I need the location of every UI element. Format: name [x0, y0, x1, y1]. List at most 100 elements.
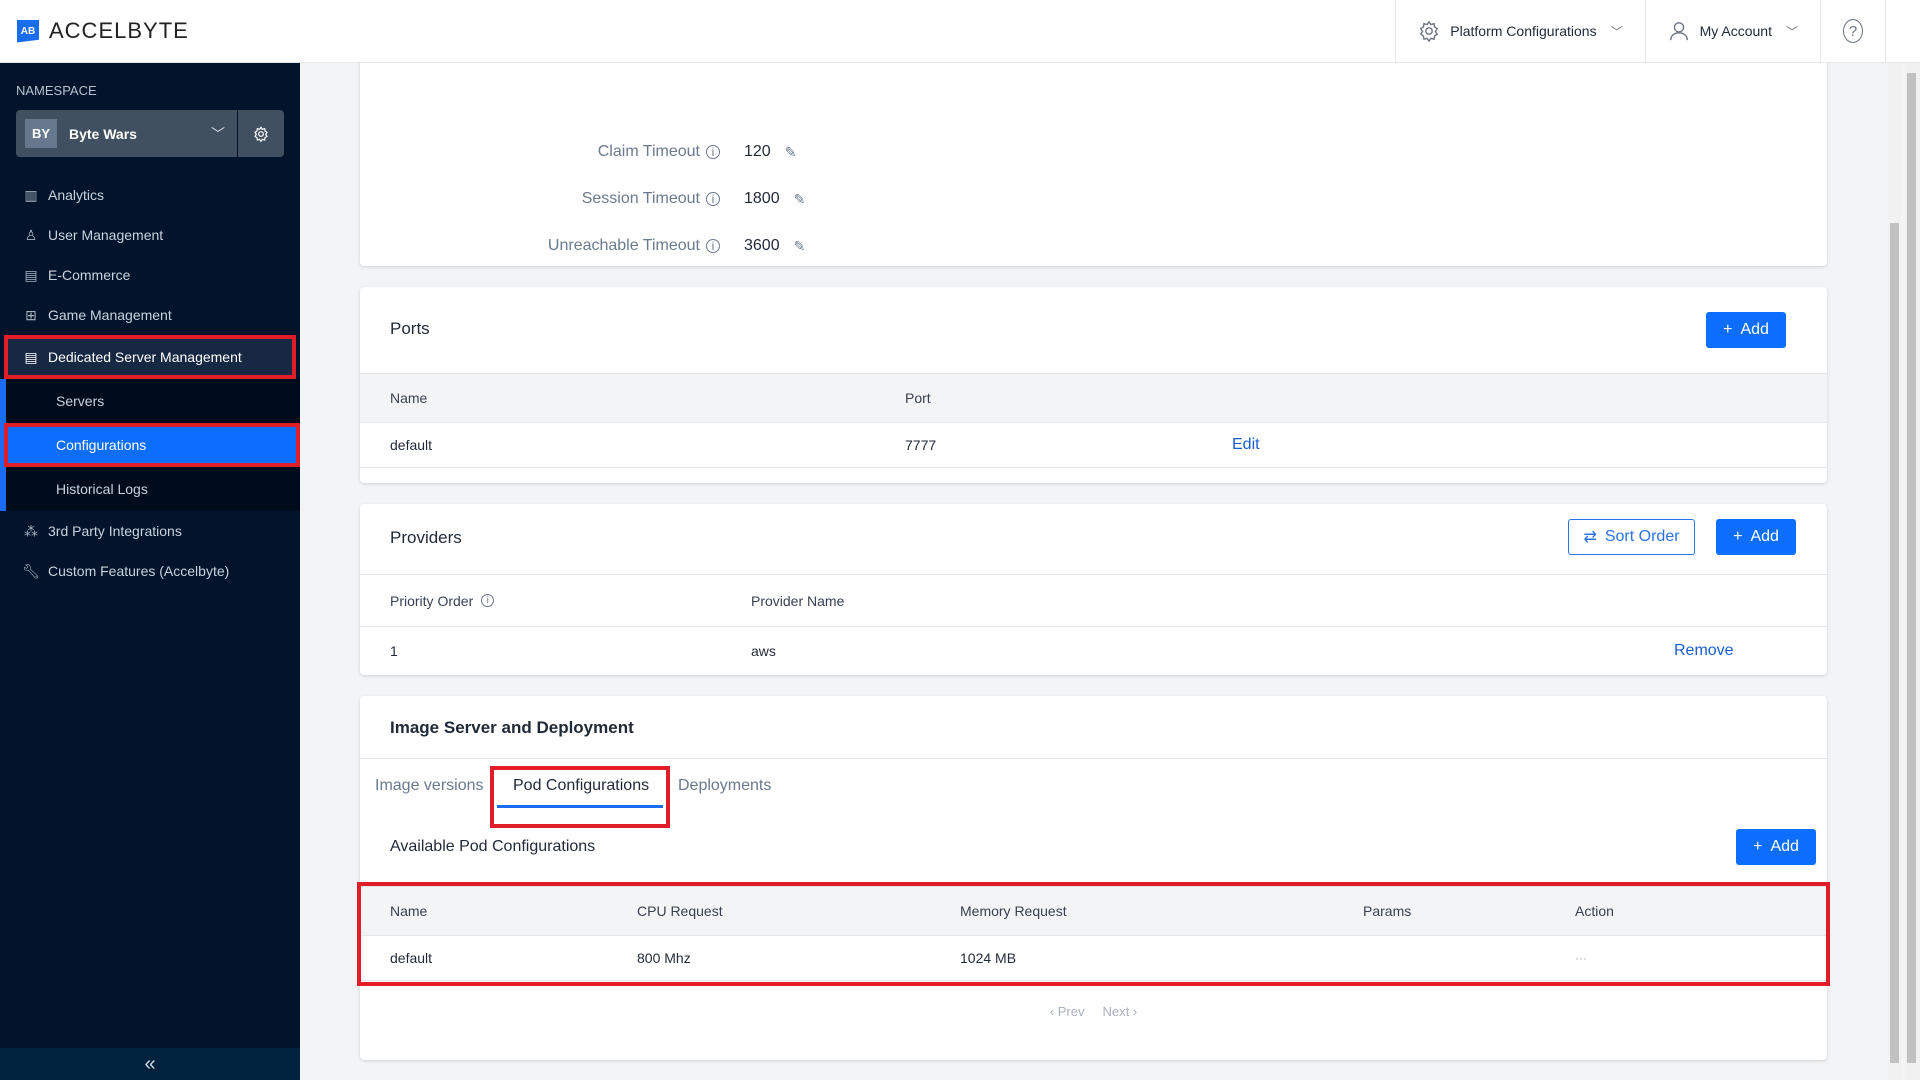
- sidebar-item-label: Game Management: [48, 307, 172, 323]
- pod-config-name: default: [390, 950, 433, 966]
- tab-image-versions[interactable]: Image versions: [375, 777, 484, 795]
- more-actions-button[interactable]: ···: [1575, 951, 1587, 965]
- sidebar-item-3rd-party-integrations[interactable]: ⁂ 3rd Party Integrations: [0, 511, 300, 551]
- sidebar-item-e-commerce[interactable]: ▤ E-Commerce: [0, 255, 300, 295]
- add-port-button[interactable]: + Add: [1706, 312, 1786, 348]
- edit-pencil-icon[interactable]: ✎: [785, 144, 797, 161]
- server-icon: ▤: [24, 348, 38, 365]
- namespace-settings-button[interactable]: [237, 110, 284, 157]
- namespace-label: NAMESPACE: [16, 83, 97, 98]
- tab-deployments[interactable]: Deployments: [678, 777, 771, 795]
- provider-priority: 1: [390, 643, 398, 659]
- pod-config-table-header: Name CPU Request Memory Request Params A…: [360, 886, 1827, 936]
- sidebar-subitem-servers[interactable]: Servers: [6, 379, 300, 423]
- edit-pencil-icon[interactable]: ✎: [794, 191, 806, 208]
- column-header-priority-order: Priority Order i: [390, 593, 495, 609]
- claim-timeout-row: Claim Timeout i 120 ✎: [400, 143, 797, 161]
- column-header-cpu-request: CPU Request: [637, 903, 723, 919]
- edit-port-link[interactable]: Edit: [1232, 436, 1260, 454]
- table-row: default 800 Mhz 1024 MB ···: [360, 936, 1827, 981]
- session-timeout-row: Session Timeout i 1800 ✎: [400, 190, 806, 208]
- info-icon[interactable]: i: [706, 192, 720, 206]
- sidebar-item-label: Custom Features (Accelbyte): [48, 563, 230, 579]
- add-provider-button[interactable]: + Add: [1716, 519, 1796, 555]
- namespace-name: Byte Wars: [69, 125, 137, 142]
- session-timeout-value: 1800: [744, 190, 780, 207]
- edit-pencil-icon[interactable]: ✎: [794, 238, 806, 255]
- sidebar-item-user-management[interactable]: ♙ User Management: [0, 215, 300, 255]
- gear-icon: [254, 125, 268, 142]
- ports-card: Ports + Add Name Port default 7777 Edit: [360, 287, 1827, 483]
- swap-arrows-icon: ⇄: [1583, 529, 1597, 546]
- column-header-memory-request: Memory Request: [960, 903, 1067, 919]
- hierarchy-icon: ⊞: [25, 306, 37, 323]
- sidebar-item-label: User Management: [48, 227, 164, 243]
- unreachable-timeout-row: Unreachable Timeout i 3600 ✎: [400, 237, 805, 255]
- sidebar-subitem-configurations[interactable]: Configurations: [4, 423, 300, 467]
- ports-table-header: Name Port: [360, 373, 1827, 423]
- namespace-selector[interactable]: BY Byte Wars ﹀: [16, 110, 284, 157]
- my-account-menu[interactable]: My Account ﹀: [1644, 0, 1820, 63]
- image-server-card: Image Server and Deployment Image versio…: [357, 696, 1830, 1060]
- image-server-tabs: Image versions Pod Configurations Deploy…: [360, 758, 1827, 828]
- info-icon[interactable]: i: [706, 239, 720, 253]
- logo-text: ACCELBYTE: [49, 18, 189, 43]
- page-scrollbar[interactable]: [1905, 63, 1920, 1080]
- pod-config-cpu: 800 Mhz: [637, 950, 691, 966]
- sidebar-item-label: E-Commerce: [48, 267, 131, 283]
- sidebar-item-analytics[interactable]: ▥ Analytics: [0, 175, 300, 215]
- sidebar-item-game-management[interactable]: ⊞ Game Management: [0, 295, 300, 335]
- session-timeout-label: Session Timeout: [581, 190, 700, 207]
- prev-page-button[interactable]: ‹ Prev: [1050, 1004, 1085, 1019]
- platform-configurations-menu[interactable]: Platform Configurations ﹀: [1395, 0, 1644, 63]
- providers-table-header: Priority Order i Provider Name: [360, 574, 1827, 627]
- main-content: Claim Timeout i 120 ✎ Session Timeout i …: [300, 63, 1888, 1080]
- providers-card: Providers ⇄ Sort Order + Add Priority Orde…: [360, 504, 1827, 675]
- user-icon: [1669, 22, 1688, 41]
- scrollbar-thumb[interactable]: [1907, 73, 1916, 1063]
- providers-title: Providers: [390, 528, 462, 547]
- double-chevron-left-icon: «: [144, 1052, 156, 1075]
- highlight-annotation: [490, 766, 670, 828]
- column-header-provider-name: Provider Name: [751, 592, 845, 609]
- column-header-action: Action: [1575, 903, 1614, 919]
- provider-name: aws: [751, 643, 776, 659]
- remove-provider-link[interactable]: Remove: [1674, 642, 1734, 660]
- port-name: default: [390, 437, 433, 453]
- claim-timeout-label: Claim Timeout: [597, 143, 700, 160]
- chevron-down-icon: ﹀: [1610, 24, 1623, 39]
- gear-icon: [1420, 20, 1439, 42]
- ports-title: Ports: [390, 319, 430, 338]
- collapse-sidebar-button[interactable]: «: [0, 1048, 300, 1080]
- unreachable-timeout-value: 3600: [744, 237, 780, 254]
- sidebar-subitem-historical-logs[interactable]: Historical Logs: [6, 467, 300, 511]
- info-icon[interactable]: i: [481, 594, 495, 607]
- column-header-port: Port: [905, 390, 931, 406]
- claim-timeout-value: 120: [744, 143, 771, 160]
- timeouts-card: Claim Timeout i 120 ✎ Session Timeout i …: [360, 63, 1827, 266]
- pagination: ‹ Prev Next ›: [360, 1004, 1827, 1019]
- column-header-name: Name: [390, 903, 428, 919]
- available-pod-configurations-title: Available Pod Configurations: [390, 838, 596, 855]
- column-header-params: Params: [1363, 903, 1412, 919]
- sort-order-button[interactable]: ⇄ Sort Order: [1568, 519, 1695, 555]
- chevron-down-icon: ﹀: [211, 125, 225, 142]
- help-icon: ?: [1843, 19, 1863, 43]
- sidebar-item-dedicated-server-management[interactable]: ▤ Dedicated Server Management: [4, 335, 296, 379]
- sidebar-item-label: Dedicated Server Management: [48, 349, 242, 365]
- bar-chart-icon: ▥: [24, 186, 38, 203]
- my-account-label: My Account: [1699, 23, 1772, 39]
- sidebar-item-custom-features[interactable]: 🔧︎ Custom Features (Accelbyte): [0, 551, 300, 591]
- add-pod-configuration-button[interactable]: + Add: [1736, 829, 1816, 865]
- inner-scrollbar[interactable]: [1888, 63, 1901, 1080]
- next-page-button[interactable]: Next ›: [1103, 1004, 1138, 1019]
- logo[interactable]: AB ACCELBYTE: [17, 18, 189, 44]
- sidebar: NAMESPACE BY Byte Wars ﹀ ▥ Analytics ♙ U…: [0, 63, 300, 1080]
- info-icon[interactable]: i: [706, 145, 720, 159]
- plus-icon: +: [1733, 528, 1743, 545]
- help-button[interactable]: ?: [1820, 0, 1886, 63]
- column-header-name: Name: [390, 390, 428, 406]
- sidebar-nav: ▥ Analytics ♙ User Management ▤ E-Commer…: [0, 175, 300, 591]
- scrollbar-thumb[interactable]: [1890, 223, 1899, 1063]
- port-number: 7777: [905, 437, 937, 453]
